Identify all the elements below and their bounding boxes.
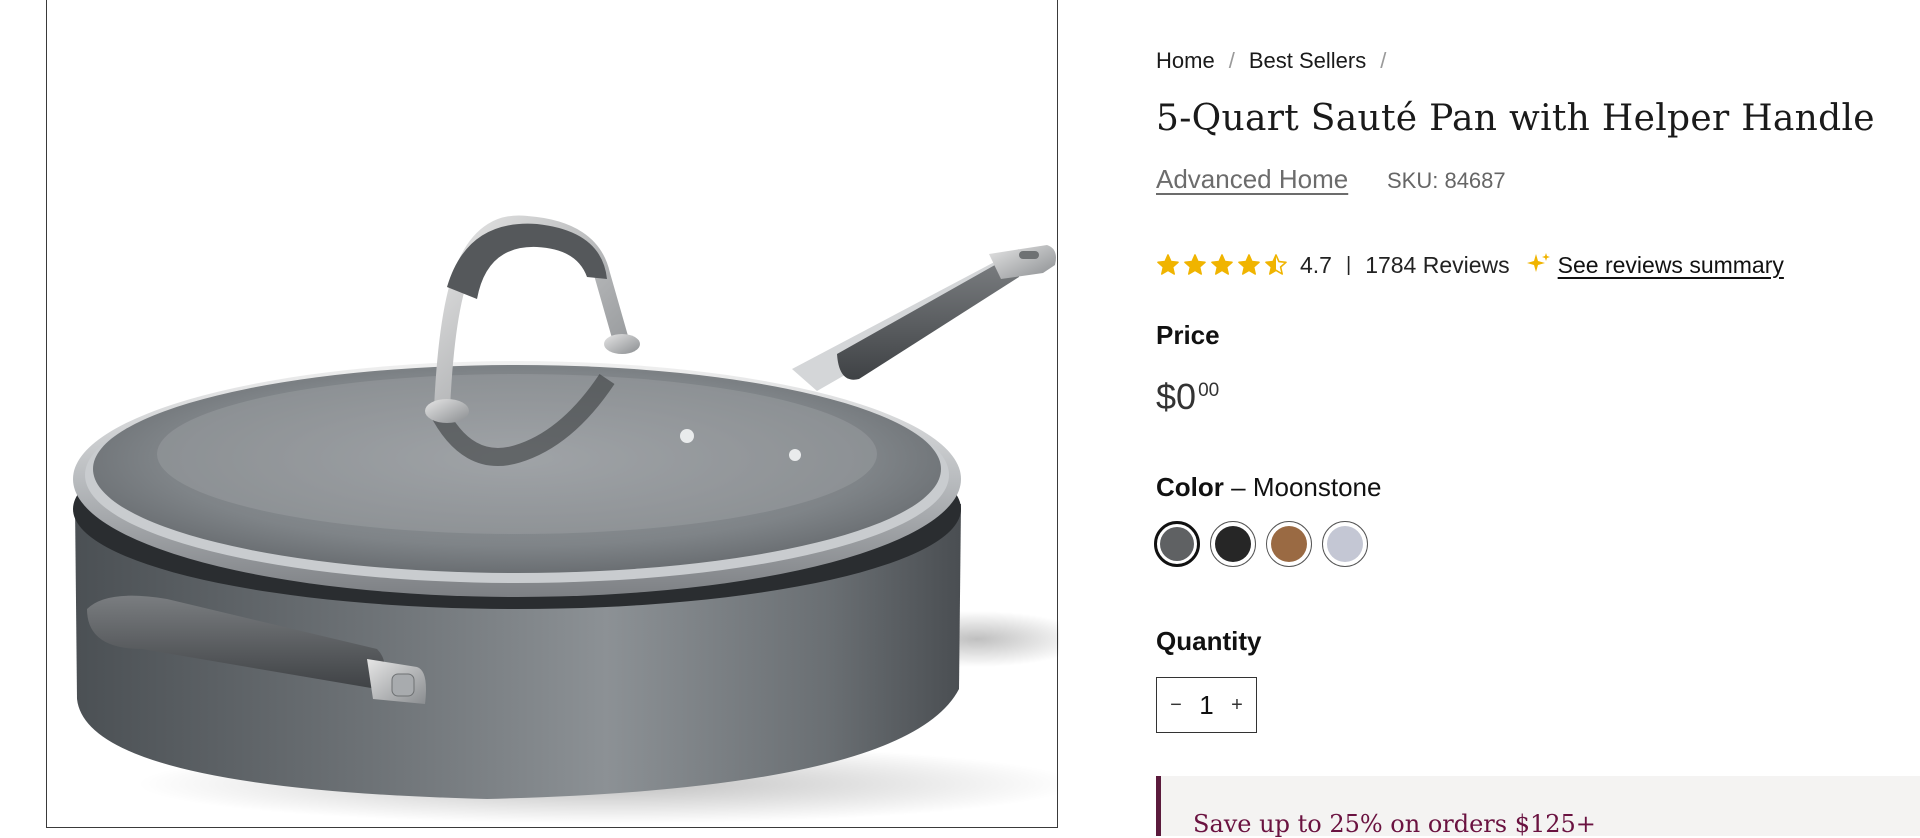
promo-text: Save up to 25% on orders $125+ <box>1193 810 1596 838</box>
product-image[interactable] <box>47 0 1059 829</box>
review-count[interactable]: 1784 Reviews <box>1365 252 1509 279</box>
quantity-increment-button[interactable]: + <box>1228 694 1246 717</box>
rating-value: 4.7 <box>1300 251 1332 278</box>
brand-link[interactable]: Advanced Home <box>1156 164 1348 195</box>
star-full-icon <box>1211 254 1233 275</box>
breadcrumb: Home / Best Sellers / <box>1156 48 1400 74</box>
breadcrumb-home-link[interactable]: Home <box>1156 48 1215 74</box>
price-value: $ 0 00 <box>1156 376 1219 418</box>
breadcrumb-separator: / <box>1228 48 1235 73</box>
price-cents: 00 <box>1198 380 1220 401</box>
color-swatch-3[interactable] <box>1266 521 1312 567</box>
rating-separator: | <box>1345 253 1352 276</box>
price-whole: 0 <box>1176 376 1197 417</box>
breadcrumb-separator: / <box>1380 48 1387 73</box>
see-reviews-summary-link[interactable]: See reviews summary <box>1558 252 1784 279</box>
star-half-icon <box>1265 254 1287 275</box>
star-full-icon <box>1238 254 1260 275</box>
star-full-icon <box>1184 254 1206 275</box>
quantity-stepper: − 1 + <box>1156 677 1257 733</box>
quantity-decrement-button[interactable]: − <box>1167 694 1185 717</box>
swatch-color-dot <box>1271 526 1307 562</box>
color-swatch-2[interactable] <box>1210 521 1256 567</box>
color-swatch-4[interactable] <box>1322 521 1368 567</box>
swatch-color-dot <box>1215 526 1251 562</box>
price-label: Price <box>1156 320 1220 350</box>
sparkle-icon <box>1526 252 1552 278</box>
color-label-row: Color – Moonstone <box>1156 472 1381 503</box>
color-separator: – <box>1231 472 1246 502</box>
color-selected-value: Moonstone <box>1252 472 1382 502</box>
color-swatch-1[interactable] <box>1154 521 1200 567</box>
product-sku: SKU: 84687 <box>1387 168 1506 193</box>
breadcrumb-best-sellers-link[interactable]: Best Sellers <box>1249 48 1366 74</box>
product-image-frame <box>46 0 1059 829</box>
star-full-icon <box>1157 254 1179 275</box>
rating-stars[interactable] <box>1156 253 1288 277</box>
price-currency: $ <box>1156 376 1177 417</box>
quantity-label: Quantity <box>1156 626 1262 656</box>
color-label: Color <box>1156 472 1224 502</box>
color-swatches <box>1154 521 1368 567</box>
quantity-value[interactable]: 1 <box>1199 690 1213 721</box>
product-title: 5-Quart Sauté Pan with Helper Handle <box>1156 98 1875 139</box>
swatch-color-dot <box>1327 526 1363 562</box>
rating-row: 4.7 | 1784 Reviews See reviews summary <box>1156 250 1784 280</box>
swatch-color-dot <box>1160 527 1194 561</box>
promo-banner: Save up to 25% on orders $125+ <box>1156 776 1920 838</box>
